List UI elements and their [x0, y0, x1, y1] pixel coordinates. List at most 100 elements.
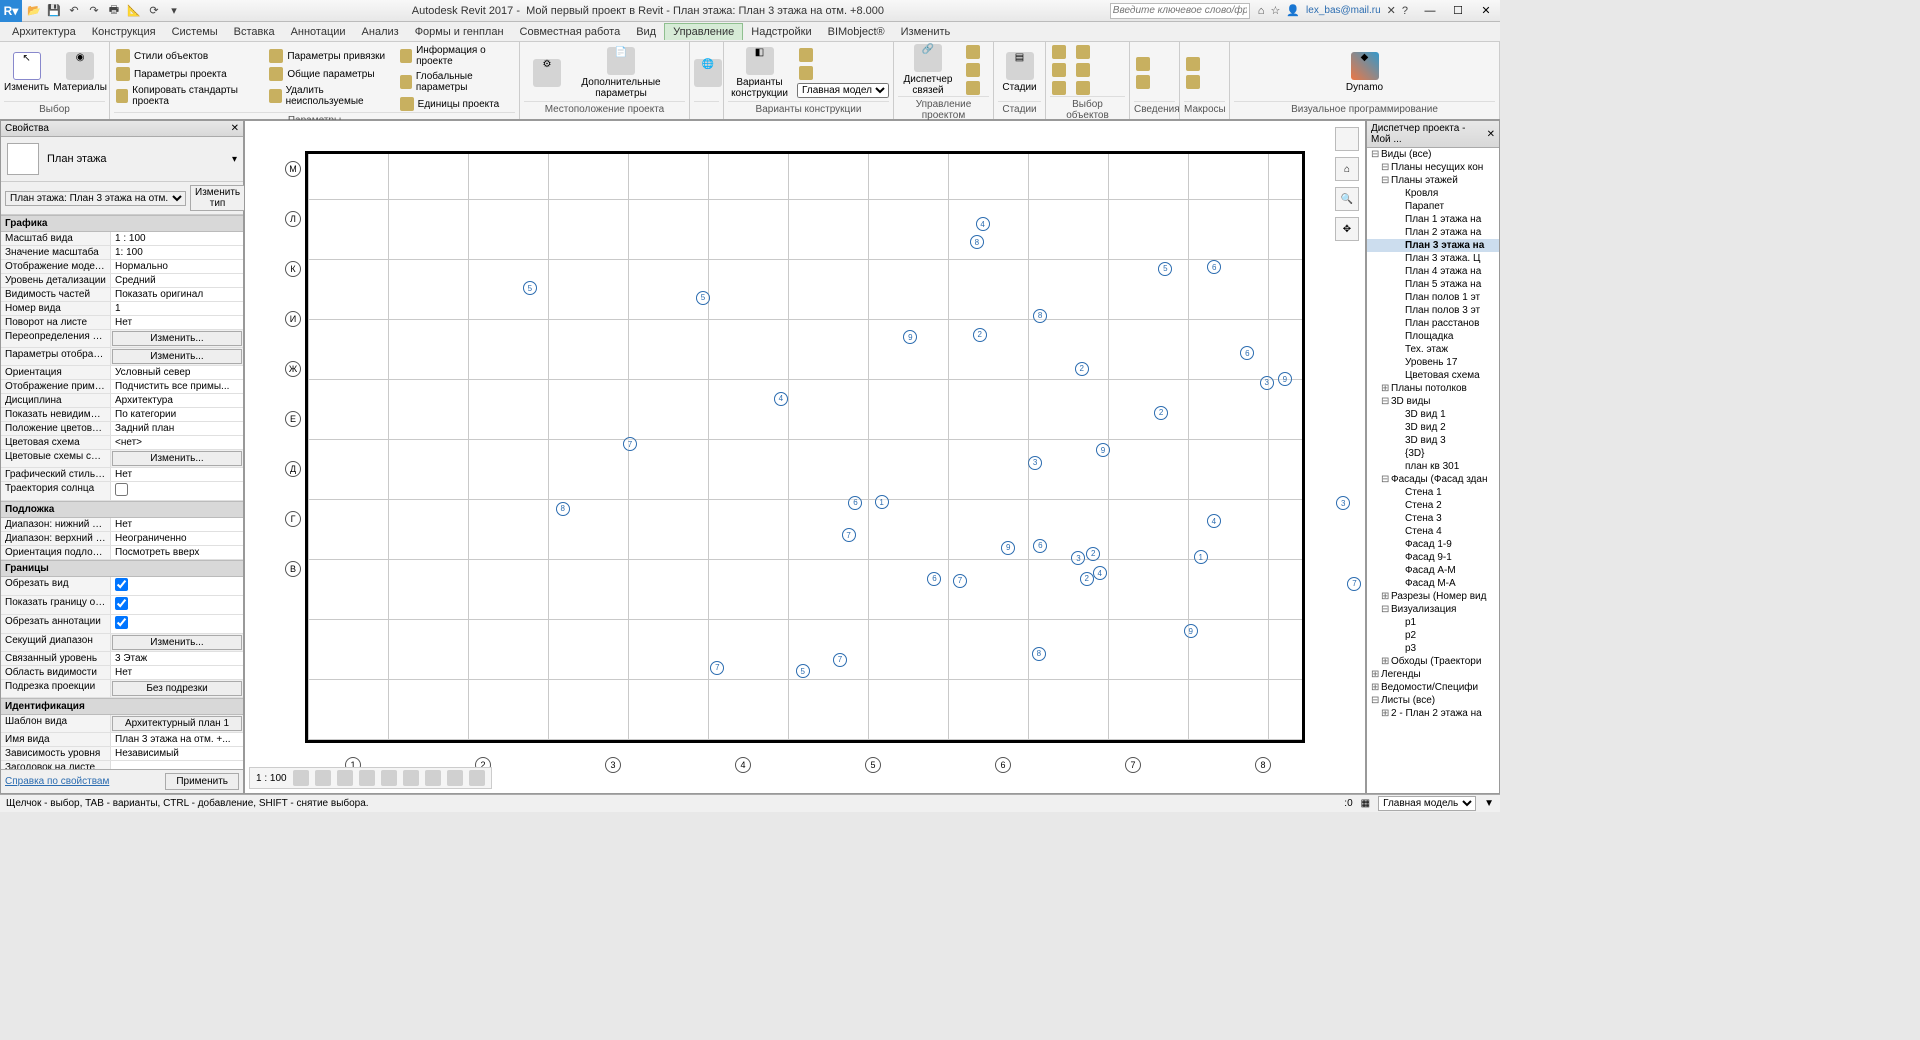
tree-item[interactable]: Тех. этаж [1367, 343, 1499, 356]
dynamo-button[interactable]: ◆Dynamo [1335, 52, 1395, 93]
close-icon[interactable]: ✕ [1487, 129, 1495, 140]
qat-dropdown-icon[interactable]: ▾ [166, 3, 182, 19]
qat-save-icon[interactable]: 💾 [46, 3, 62, 19]
property-value[interactable] [111, 482, 243, 500]
hide-icon[interactable] [425, 770, 441, 786]
tree-item[interactable]: Фасад 9-1 [1367, 551, 1499, 564]
tree-item[interactable]: План 3 этажа на [1367, 239, 1499, 252]
view-scale[interactable]: 1 : 100 [256, 773, 287, 784]
tree-item[interactable]: ⊞Планы потолков [1367, 382, 1499, 395]
tree-item[interactable]: План 3 этажа. Ц [1367, 252, 1499, 265]
ribbon-small-button[interactable]: Единицы проекта [398, 96, 515, 112]
ribbon-small-button[interactable]: Информация о проекте [398, 44, 515, 68]
subscription-icon[interactable]: ⌂ [1258, 5, 1265, 17]
property-value[interactable]: Неограниченно [111, 532, 243, 545]
property-group-header[interactable]: Идентификация [1, 698, 243, 715]
ribbon-tab-Совместная работа[interactable]: Совместная работа [512, 24, 629, 40]
user-name[interactable]: lex_bas@mail.ru [1306, 5, 1381, 16]
qat-measure-icon[interactable]: 📐 [126, 3, 142, 19]
ribbon-tab-Архитектура[interactable]: Архитектура [4, 24, 84, 40]
visual-style-icon[interactable] [315, 770, 331, 786]
extras-dropdown[interactable]: ⚙ [524, 59, 570, 87]
ribbon-tab-Системы[interactable]: Системы [164, 24, 226, 40]
property-value[interactable] [111, 761, 243, 769]
ribbon-tab-Управление[interactable]: Управление [664, 23, 743, 40]
tree-item[interactable]: ⊞Разрезы (Номер вид [1367, 590, 1499, 603]
materials-button[interactable]: ◉Материалы [55, 52, 105, 93]
temporary-hide-icon[interactable] [447, 770, 463, 786]
property-value[interactable]: Средний [111, 274, 243, 287]
property-checkbox[interactable] [115, 616, 128, 629]
tree-item[interactable]: ⊟Фасады (Фасад здан [1367, 473, 1499, 486]
drawing-canvas[interactable]: 3871249566472452968787928138746752396359… [244, 120, 1366, 794]
tree-item[interactable]: Стена 1 [1367, 486, 1499, 499]
tree-item[interactable]: План 2 этажа на [1367, 226, 1499, 239]
small-opt-icon[interactable] [797, 65, 889, 81]
property-value[interactable]: По категории [111, 408, 243, 421]
ribbon-tab-Анализ[interactable]: Анализ [354, 24, 407, 40]
app-menu-button[interactable]: R▾ [0, 0, 22, 22]
property-group-header[interactable]: Границы [1, 560, 243, 577]
qat-sync-icon[interactable]: ⟳ [146, 3, 162, 19]
modify-button[interactable]: ↖Изменить [4, 52, 49, 93]
tree-item[interactable]: ⊟Планы этажей [1367, 174, 1499, 187]
workset-select[interactable]: Главная модель [1378, 796, 1476, 811]
filter-icon[interactable]: ▼ [1484, 798, 1494, 809]
property-group-header[interactable]: Подложка [1, 501, 243, 518]
expand-icon[interactable]: ⊞ [1371, 682, 1381, 693]
property-value[interactable]: Изменить... [112, 635, 242, 650]
property-value[interactable]: Показать оригинал [111, 288, 243, 301]
tree-item[interactable]: ⊟Виды (все) [1367, 148, 1499, 161]
property-value[interactable]: Условный север [111, 366, 243, 379]
tree-item[interactable]: Фасад А-М [1367, 564, 1499, 577]
tree-item[interactable]: Цветовая схема [1367, 369, 1499, 382]
help-icon[interactable]: ? [1402, 5, 1408, 17]
properties-help-link[interactable]: Справка по свойствам [5, 776, 109, 787]
tree-item[interactable]: ⊞Обходы (Траектори [1367, 655, 1499, 668]
expand-icon[interactable]: ⊞ [1381, 708, 1391, 719]
maximize-button[interactable]: ☐ [1444, 0, 1472, 22]
ribbon-small-button[interactable]: Параметры проекта [114, 66, 261, 82]
type-selector[interactable]: План этажа [47, 153, 224, 165]
property-value[interactable]: Задний план [111, 422, 243, 435]
ribbon-tab-Надстройки[interactable]: Надстройки [743, 24, 819, 40]
links-manager-button[interactable]: 🔗Диспетчер связей [898, 44, 958, 96]
tree-item[interactable]: 3D вид 2 [1367, 421, 1499, 434]
star-icon[interactable]: ☆ [1270, 4, 1280, 17]
main-model-select[interactable]: Главная модель [797, 83, 889, 98]
property-value[interactable]: Архитектурный план 1 [112, 716, 242, 731]
expand-icon[interactable]: ⊞ [1381, 591, 1391, 602]
tree-item[interactable]: ⊟Планы несущих кон [1367, 161, 1499, 174]
tree-item[interactable]: ⊞Легенды [1367, 668, 1499, 681]
property-checkbox[interactable] [115, 578, 128, 591]
ribbon-tab-Изменить[interactable]: Изменить [893, 24, 959, 40]
property-value[interactable]: Подчистить все примы... [111, 380, 243, 393]
tree-item[interactable]: р2 [1367, 629, 1499, 642]
expand-icon[interactable]: ⊟ [1381, 175, 1391, 186]
expand-icon[interactable]: ⊟ [1381, 162, 1391, 173]
apply-button[interactable]: Применить [165, 773, 239, 790]
expand-icon[interactable]: ⊟ [1371, 695, 1381, 706]
tree-item[interactable]: план кв 301 [1367, 460, 1499, 473]
tree-item[interactable]: Парапет [1367, 200, 1499, 213]
property-value[interactable] [111, 577, 243, 595]
ribbon-small-button[interactable]: Стили объектов [114, 48, 261, 64]
qat-undo-icon[interactable]: ↶ [66, 3, 82, 19]
tree-item[interactable]: Стена 3 [1367, 512, 1499, 525]
expand-icon[interactable]: ⊟ [1371, 149, 1381, 160]
tree-item[interactable]: План 1 этажа на [1367, 213, 1499, 226]
property-value[interactable]: План 3 этажа на отм. +... [111, 733, 243, 746]
qat-print-icon[interactable]: 🖶 [106, 3, 122, 19]
tree-item[interactable]: р3 [1367, 642, 1499, 655]
ribbon-tab-Формы и генплан[interactable]: Формы и генплан [407, 24, 512, 40]
ribbon-tab-Конструкция[interactable]: Конструкция [84, 24, 164, 40]
property-value[interactable]: Архитектура [111, 394, 243, 407]
tree-item[interactable]: Кровля [1367, 187, 1499, 200]
exchange-icon[interactable]: ✕ [1387, 4, 1396, 17]
view-cube[interactable] [1335, 127, 1359, 151]
close-icon[interactable]: ✕ [231, 123, 239, 134]
tree-item[interactable]: План полов 3 эт [1367, 304, 1499, 317]
ribbon-small-button[interactable]: Параметры привязки [267, 48, 391, 64]
tree-item[interactable]: План полов 1 эт [1367, 291, 1499, 304]
property-value[interactable] [111, 596, 243, 614]
